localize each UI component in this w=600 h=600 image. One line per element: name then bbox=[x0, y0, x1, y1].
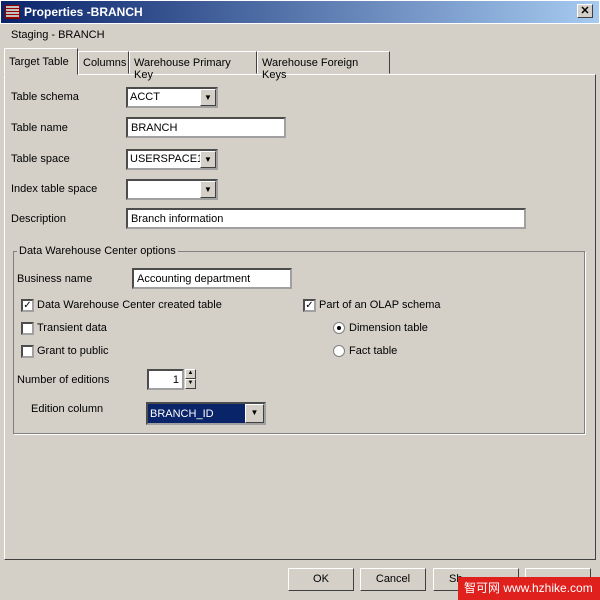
business-name-input[interactable] bbox=[132, 268, 292, 289]
watermark: 智可网 www.hzhike.com bbox=[458, 577, 600, 600]
transient-checkbox[interactable] bbox=[21, 322, 34, 335]
ok-button[interactable]: OK bbox=[288, 568, 354, 591]
dwc-options-legend: Data Warehouse Center options bbox=[17, 245, 178, 257]
table-space-label: Table space bbox=[11, 153, 70, 165]
description-label: Description bbox=[11, 213, 67, 225]
fact-label: Fact table bbox=[349, 345, 398, 357]
spin-up-button[interactable]: ▲ bbox=[185, 369, 196, 379]
chevron-down-icon[interactable]: ▼ bbox=[200, 181, 216, 198]
chevron-down-icon[interactable]: ▼ bbox=[245, 404, 264, 423]
table-name-input[interactable] bbox=[126, 117, 286, 138]
transient-label: Transient data bbox=[37, 322, 107, 334]
index-table-space-label: Index table space bbox=[11, 183, 98, 195]
olap-label: Part of an OLAP schema bbox=[319, 299, 441, 311]
table-space-value: USERSPACE1 bbox=[130, 153, 204, 165]
tab-columns[interactable]: Columns bbox=[78, 51, 129, 74]
grant-label: Grant to public bbox=[37, 345, 109, 357]
created-table-checkbox[interactable]: ✓ bbox=[21, 299, 34, 312]
edition-column-value: BRANCH_ID bbox=[150, 408, 214, 420]
description-input[interactable] bbox=[126, 208, 526, 229]
spin-down-button[interactable]: ▼ bbox=[185, 379, 196, 389]
edition-column-label: Edition column bbox=[31, 403, 104, 415]
table-schema-value: ACCT bbox=[130, 91, 160, 103]
chevron-down-icon[interactable]: ▼ bbox=[200, 89, 216, 106]
dimension-label: Dimension table bbox=[349, 322, 428, 334]
tab-target-table[interactable]: Target Table bbox=[4, 48, 78, 75]
subtitle: Staging - BRANCH bbox=[11, 29, 105, 41]
app-icon bbox=[5, 5, 20, 19]
created-table-label: Data Warehouse Center created table bbox=[37, 299, 222, 311]
table-space-select[interactable]: USERSPACE1 ▼ bbox=[126, 149, 218, 170]
grant-checkbox[interactable] bbox=[21, 345, 34, 358]
editions-input[interactable] bbox=[147, 369, 184, 390]
cancel-button[interactable]: Cancel bbox=[360, 568, 426, 591]
tab-warehouse-foreign-keys[interactable]: Warehouse Foreign Keys bbox=[257, 51, 390, 81]
chevron-down-icon[interactable]: ▼ bbox=[200, 151, 216, 168]
table-name-label: Table name bbox=[11, 122, 68, 134]
editions-label: Number of editions bbox=[17, 374, 110, 386]
fact-radio[interactable] bbox=[333, 345, 345, 357]
index-table-space-select[interactable]: ▼ bbox=[126, 179, 218, 200]
olap-checkbox[interactable]: ✓ bbox=[303, 299, 316, 312]
table-schema-label: Table schema bbox=[11, 91, 79, 103]
window-title: Properties -BRANCH bbox=[24, 5, 143, 19]
edition-column-select[interactable]: BRANCH_ID ▼ bbox=[146, 402, 266, 425]
table-schema-select[interactable]: ACCT ▼ bbox=[126, 87, 218, 108]
dimension-radio[interactable] bbox=[333, 322, 345, 334]
tab-warehouse-primary-key[interactable]: Warehouse Primary Key bbox=[129, 51, 257, 81]
close-button[interactable]: ✕ bbox=[577, 4, 593, 18]
business-name-label: Business name bbox=[17, 273, 93, 285]
